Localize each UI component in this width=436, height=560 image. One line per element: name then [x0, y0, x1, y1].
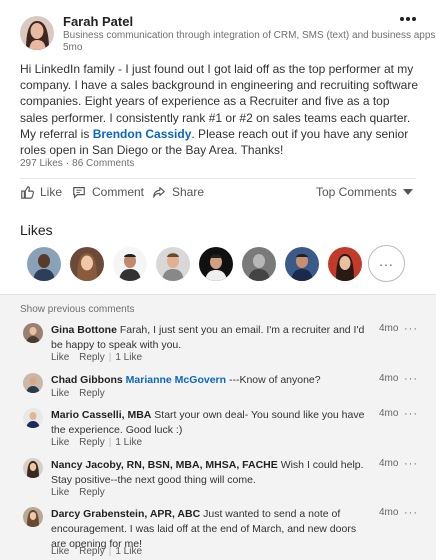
comment-like-link[interactable]: Like: [51, 437, 69, 448]
more-horizontal-icon[interactable]: ···: [404, 458, 418, 470]
comment-text: Gina Bottone Farah, I just sent you an e…: [51, 323, 367, 353]
post-body: Hi LinkedIn family - I just found out I …: [20, 61, 420, 158]
comment-reply-link[interactable]: Reply: [79, 352, 105, 363]
post-actions: Like Comment Share Top Comments: [20, 185, 416, 205]
comment-label: Comment: [92, 185, 145, 199]
liker-avatar[interactable]: [285, 247, 319, 281]
comment-actions: Like Reply | 1 Like: [51, 352, 142, 363]
thumbs-up-icon: [21, 186, 34, 199]
share-button[interactable]: Share: [152, 185, 204, 199]
comment-timestamp: 4mo: [379, 373, 399, 384]
sort-label: Top Comments: [316, 185, 397, 199]
share-label: Share: [172, 185, 205, 199]
likes-count[interactable]: 297 Likes: [20, 158, 63, 169]
divider: |: [108, 352, 112, 363]
post-header: Farah Patel Business communication throu…: [0, 0, 436, 58]
show-previous-comments-link[interactable]: Show previous comments: [20, 304, 135, 315]
comment-like-link[interactable]: Like: [51, 352, 69, 363]
more-horizontal-icon[interactable]: ···: [404, 373, 418, 385]
comment-text: Mario Casselli, MBA Start your own deal-…: [51, 408, 367, 438]
liker-avatar[interactable]: [70, 247, 104, 281]
liker-avatar[interactable]: [328, 247, 362, 281]
mention-link[interactable]: Marianne McGovern: [126, 374, 226, 386]
commenter-name[interactable]: Darcy Grabenstein, APR, ABC: [51, 508, 200, 520]
author-name[interactable]: Farah Patel: [63, 14, 133, 29]
author-headline: Business communication through integrati…: [63, 30, 436, 41]
like-label: Like: [40, 185, 63, 199]
divider: |: [108, 437, 112, 448]
more-horizontal-icon[interactable]: ···: [404, 408, 418, 420]
comments-section: Show previous comments Gina Bottone Fara…: [0, 294, 436, 560]
commenter-name[interactable]: Chad Gibbons: [51, 374, 123, 386]
comment-like-link[interactable]: Like: [51, 487, 69, 498]
liker-avatar[interactable]: [113, 247, 147, 281]
more-horizontal-icon[interactable]: ···: [404, 507, 418, 519]
commenter-avatar[interactable]: [23, 458, 43, 478]
liker-avatar[interactable]: [27, 247, 61, 281]
mention-link[interactable]: Brendon Cassidy: [93, 127, 192, 141]
commenter-avatar[interactable]: [23, 373, 43, 393]
commenter-avatar[interactable]: [23, 323, 43, 343]
commenter-name[interactable]: Nancy Jacoby, RN, BSN, MBA, MHSA, FACHE: [51, 459, 278, 471]
commenter-name[interactable]: Mario Casselli, MBA: [51, 409, 151, 421]
more-horizontal-icon[interactable]: [400, 8, 422, 22]
comment-reply-link[interactable]: Reply: [79, 388, 105, 399]
post-timestamp: 5mo: [63, 42, 83, 53]
liker-avatar[interactable]: [199, 247, 233, 281]
comment-like-link[interactable]: Like: [51, 546, 69, 557]
comment-actions: Like Reply | 1 Like: [51, 437, 142, 448]
divider: |: [108, 546, 112, 557]
commenter-avatar[interactable]: [23, 507, 43, 527]
comment-reply-link[interactable]: Reply: [79, 546, 105, 557]
likes-heading: Likes: [20, 222, 53, 238]
sort-comments-dropdown[interactable]: Top Comments: [316, 185, 413, 199]
share-arrow-icon: [153, 187, 165, 198]
comment-icon: [73, 187, 85, 199]
like-button[interactable]: Like: [20, 185, 62, 199]
comment-timestamp: 4mo: [379, 408, 399, 419]
liker-avatar[interactable]: [242, 247, 276, 281]
stats-separator: ·: [65, 158, 70, 169]
comments-count[interactable]: 86 Comments: [72, 158, 134, 169]
comment-text: Nancy Jacoby, RN, BSN, MBA, MHSA, FACHE …: [51, 458, 367, 488]
commenter-name[interactable]: Gina Bottone: [51, 324, 117, 336]
more-likers-button[interactable]: ...: [368, 245, 405, 282]
post-stats: 297 Likes · 86 Comments: [20, 158, 134, 169]
comment-text: Chad Gibbons Marianne McGovern ---Know o…: [51, 373, 367, 388]
more-horizontal-icon[interactable]: ···: [404, 323, 418, 335]
comment-body: ---Know of anyone?: [228, 374, 321, 386]
comment-actions: Like Reply | 1 Like: [51, 546, 142, 557]
comment-reply-link[interactable]: Reply: [79, 437, 105, 448]
comment-actions: Like Reply: [51, 388, 105, 399]
divider: [20, 178, 416, 179]
comment-likes-count[interactable]: 1 Like: [115, 352, 142, 363]
comment-actions: Like Reply: [51, 487, 105, 498]
comment-button[interactable]: Comment: [72, 185, 144, 199]
comment-timestamp: 4mo: [379, 323, 399, 334]
commenter-avatar[interactable]: [23, 408, 43, 428]
liker-avatar[interactable]: [156, 247, 190, 281]
comment-reply-link[interactable]: Reply: [79, 487, 105, 498]
author-avatar[interactable]: [20, 16, 54, 50]
comment-likes-count[interactable]: 1 Like: [115, 437, 142, 448]
caret-down-icon: [402, 189, 413, 195]
comment-like-link[interactable]: Like: [51, 388, 69, 399]
comment-timestamp: 4mo: [379, 458, 399, 469]
comment-likes-count[interactable]: 1 Like: [115, 546, 142, 557]
comment-timestamp: 4mo: [379, 507, 399, 518]
